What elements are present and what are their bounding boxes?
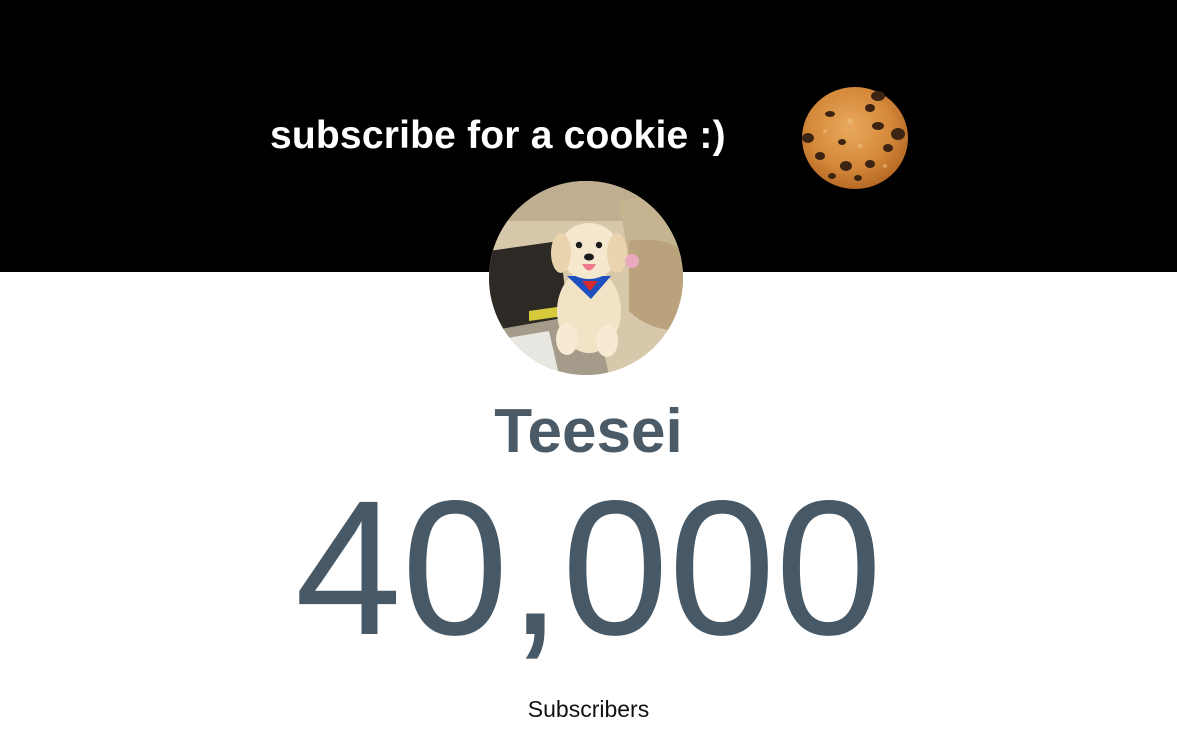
channel-avatar[interactable]	[489, 181, 683, 375]
subscriber-count-label: Subscribers	[527, 696, 650, 722]
banner-text: subscribe for a cookie :)	[270, 114, 726, 157]
chocolate-chip-cookie-icon	[802, 87, 908, 189]
puppy-avatar	[489, 181, 683, 375]
subscriber-count: 40,000	[294, 460, 883, 675]
